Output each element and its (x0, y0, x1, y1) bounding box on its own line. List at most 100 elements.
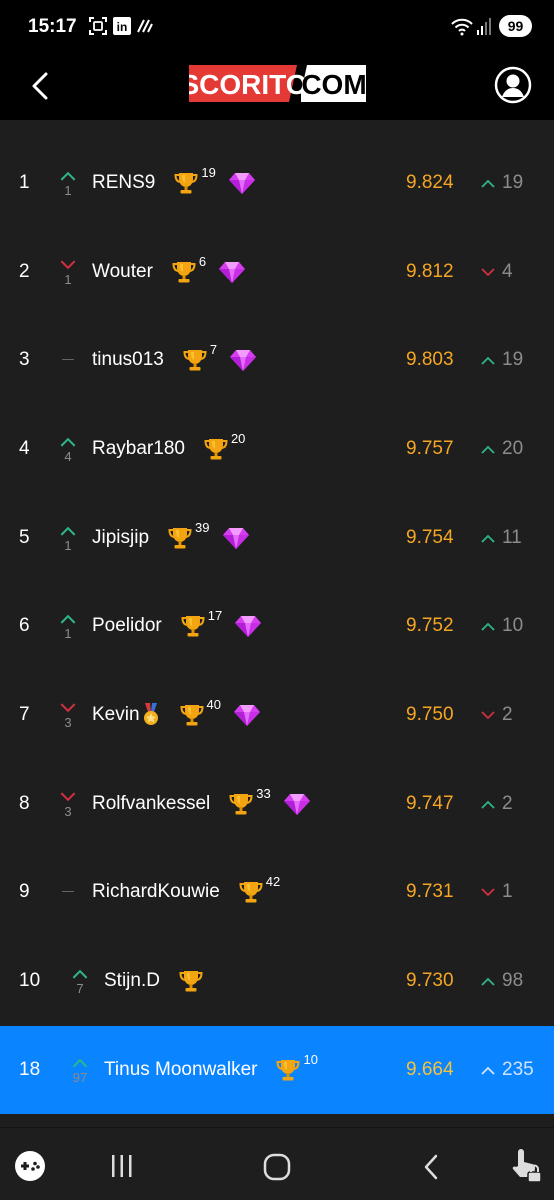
player-info: Poelidor 17 (92, 582, 262, 670)
table-row[interactable]: 4 4 Raybar180 20 9.757 20 (0, 405, 554, 493)
player-points: 9.664 (406, 1059, 454, 1080)
chevron-up-icon (60, 171, 76, 181)
rank-number: 18 (19, 1059, 41, 1080)
player-name[interactable]: Kevin (92, 704, 140, 726)
trophy-icon (180, 705, 204, 726)
points-delta-value: 1 (502, 881, 513, 902)
back-button[interactable] (22, 68, 58, 104)
linkedin-icon: in (113, 17, 131, 35)
signal-icon (477, 18, 491, 35)
trophy-icon (172, 262, 196, 283)
player-name[interactable]: RichardKouwie (92, 881, 220, 903)
chevron-down-icon (481, 887, 495, 896)
own-player-row[interactable]: 18 97 Tinus Moonwalker 10 9.664 235 (0, 1026, 554, 1114)
player-name[interactable]: Poelidor (92, 615, 162, 637)
game-launcher-icon[interactable] (14, 1150, 46, 1182)
player-points: 9.752 (406, 615, 454, 636)
points-delta-value: 4 (502, 261, 513, 282)
points-delta: 10 (481, 582, 523, 670)
trophy-icon (181, 616, 205, 637)
table-row[interactable]: 10 7 Stijn.D 9.730 98 (0, 937, 554, 1025)
home-icon[interactable] (262, 1152, 292, 1182)
leaderboard-list: 1 1 RENS9 19 9.824 19 2 1 Wouter 6 9.812 4 3 tinus013… (0, 120, 554, 1127)
points-delta-value: 235 (502, 1059, 534, 1080)
chevron-up-icon (60, 614, 76, 624)
status-bar: 15:17 in 99 (0, 0, 554, 52)
back-nav-icon[interactable] (420, 1152, 444, 1182)
table-row[interactable]: 9 RichardKouwie 42 9.731 1 (0, 848, 554, 936)
points-delta: 20 (481, 405, 523, 493)
trophy-count: 42 (265, 874, 281, 889)
diamond-icon (219, 262, 246, 283)
rank-number: 3 (19, 349, 30, 370)
no-change-dash-icon (62, 359, 74, 360)
table-row[interactable]: 3 tinus013 7 9.803 19 (0, 316, 554, 404)
table-row[interactable]: 6 1 Poelidor 17 9.752 10 (0, 582, 554, 670)
no-change-dash-icon (62, 891, 74, 892)
points-delta: 4 (481, 228, 513, 316)
player-name[interactable]: Raybar180 (92, 438, 185, 460)
position-change-value: 7 (76, 981, 84, 996)
player-name[interactable]: Tinus Moonwalker (104, 1059, 257, 1081)
chevron-up-icon (481, 622, 495, 631)
player-info: Rolfvankessel 33 (92, 760, 311, 848)
trophy-count: 17 (207, 608, 223, 623)
chevron-up-icon (72, 969, 88, 979)
table-row[interactable]: 8 3 Rolfvankessel 33 9.747 2 (0, 760, 554, 848)
player-info: RichardKouwie 42 (92, 848, 280, 936)
data-saver-icon (137, 19, 153, 33)
table-row[interactable]: 2 1 Wouter 6 9.812 4 (0, 228, 554, 316)
position-change: 1 (60, 228, 76, 316)
table-row[interactable]: 5 1 Jipisjip 39 9.754 11 (0, 494, 554, 582)
chevron-up-icon (481, 534, 495, 543)
rank-number: 10 (19, 970, 41, 991)
position-change: 3 (60, 671, 76, 759)
chevron-down-icon (481, 710, 495, 719)
points-delta: 11 (481, 494, 522, 582)
player-name[interactable]: Rolfvankessel (92, 793, 210, 815)
points-delta: 19 (481, 316, 523, 404)
position-change-value: 97 (72, 1070, 88, 1085)
player-points: 9.824 (406, 172, 454, 193)
trophy-count: 40 (206, 697, 221, 712)
trophy-icon (229, 794, 253, 815)
rank-number: 6 (19, 615, 30, 636)
trophy-count: 7 (209, 342, 218, 357)
logo-text-right: COM (301, 69, 366, 100)
player-info: Wouter 6 (92, 228, 246, 316)
table-row[interactable]: 7 3 Kevin 40 9.750 2 (0, 671, 554, 759)
touch-lock-icon[interactable] (508, 1144, 544, 1184)
chevron-up-icon (481, 445, 495, 454)
points-delta: 2 (481, 760, 513, 848)
player-name[interactable]: Jipisjip (92, 527, 149, 549)
app-header: SCORITO COM (0, 52, 554, 120)
player-name[interactable]: Wouter (92, 261, 153, 283)
profile-icon[interactable] (494, 66, 532, 104)
player-name[interactable]: tinus013 (92, 349, 164, 371)
table-row[interactable]: 1 1 RENS9 19 9.824 19 (0, 139, 554, 227)
player-name[interactable]: Stijn.D (104, 970, 160, 992)
points-delta-value: 20 (502, 438, 524, 459)
trophy-count: 39 (195, 520, 210, 535)
position-change: 4 (60, 405, 76, 493)
svg-text:in: in (117, 20, 128, 34)
points-delta: 98 (481, 937, 523, 1025)
trophy-icon (183, 350, 207, 371)
position-change-value: 3 (64, 715, 72, 730)
player-name[interactable]: RENS9 (92, 172, 155, 194)
player-points: 9.750 (406, 704, 454, 725)
recent-apps-icon[interactable] (108, 1152, 136, 1180)
diamond-icon (222, 528, 249, 549)
trophy-icon (168, 528, 192, 549)
system-nav-bar (0, 1127, 554, 1200)
rank-number: 4 (19, 438, 30, 459)
chevron-down-icon (481, 267, 495, 276)
points-delta: 19 (481, 139, 523, 227)
points-delta-value: 2 (502, 793, 513, 814)
chevron-down-icon (60, 260, 76, 270)
position-change: 1 (60, 582, 76, 670)
battery-indicator: 99 (499, 15, 532, 37)
diamond-icon (235, 616, 262, 637)
position-change-value: 4 (64, 449, 72, 464)
rank-number: 5 (19, 527, 30, 548)
